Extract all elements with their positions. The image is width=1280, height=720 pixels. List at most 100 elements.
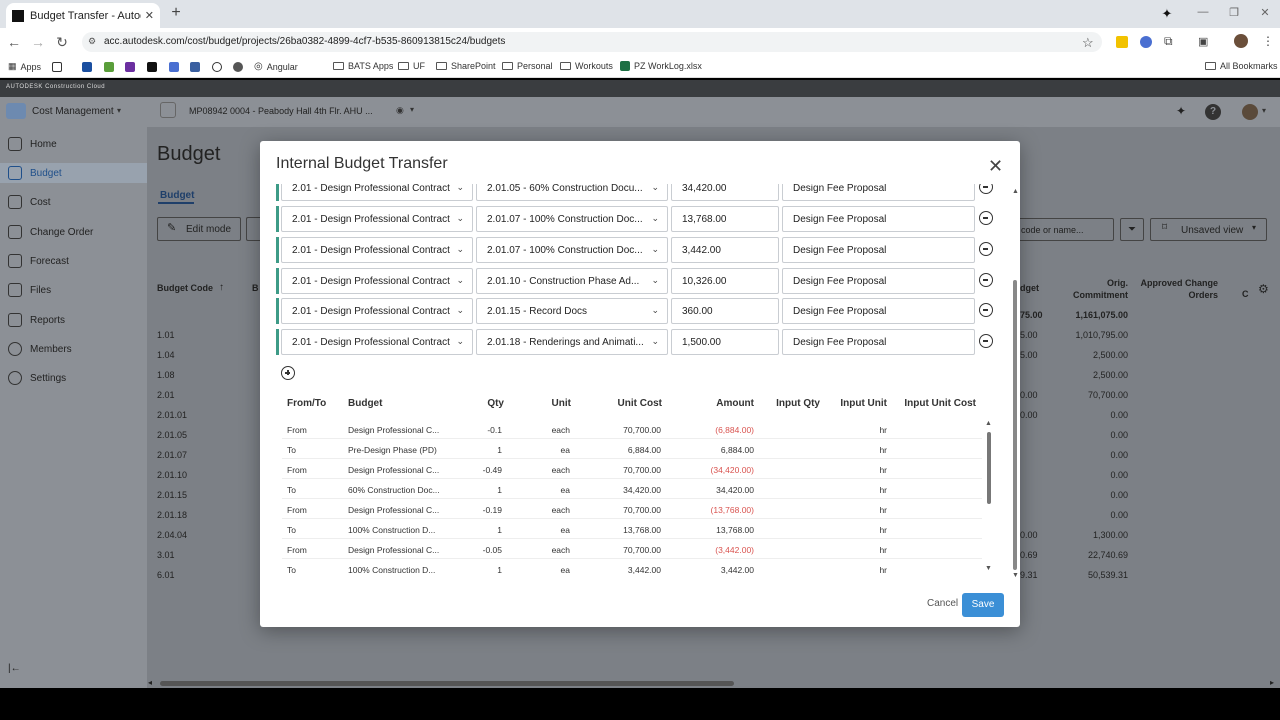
filter-icon[interactable]: ⏷ bbox=[1120, 218, 1144, 241]
scroll-down-icon[interactable]: ▼ bbox=[1012, 572, 1019, 579]
remove-row-icon[interactable] bbox=[979, 211, 993, 225]
amount-input[interactable]: 1,500.00 bbox=[671, 329, 779, 355]
ai-assistant-icon[interactable]: ✦ bbox=[1176, 104, 1186, 118]
toolbar-button[interactable] bbox=[246, 217, 260, 241]
help-icon[interactable]: ? bbox=[1205, 104, 1221, 120]
bookmark-bats-apps[interactable]: BATS Apps bbox=[333, 61, 393, 71]
to-budget-select[interactable]: 2.01.05 - 60% Construction Docu... ⌄ bbox=[476, 184, 668, 201]
close-icon[interactable]: ✕ bbox=[988, 156, 1003, 177]
scroll-up-icon[interactable]: ▲ bbox=[1012, 188, 1019, 195]
amount-input[interactable]: 13,768.00 bbox=[671, 206, 779, 232]
to-budget-select[interactable]: 2.01.10 - Construction Phase Ad... ⌄ bbox=[476, 268, 668, 294]
to-budget-select[interactable]: 2.01.18 - Renderings and Animati... ⌄ bbox=[476, 329, 668, 355]
close-window-icon[interactable]: ✕ bbox=[1256, 6, 1274, 20]
project-selector[interactable]: MP08942 0004 - Peabody Hall 4th Flr. AHU… bbox=[189, 106, 373, 116]
minimize-icon[interactable]: — bbox=[1194, 6, 1212, 20]
side-panel-icon[interactable]: ▣ bbox=[1198, 35, 1208, 48]
reload-icon[interactable]: ↻ bbox=[54, 34, 70, 51]
bookmark-personal[interactable]: Personal bbox=[502, 61, 553, 71]
maximize-icon[interactable]: ❐ bbox=[1225, 6, 1243, 20]
extensions-icon[interactable]: ⧉ bbox=[1164, 34, 1173, 49]
horizontal-scroll-thumb[interactable] bbox=[160, 681, 734, 686]
new-tab-button[interactable]: + bbox=[168, 5, 184, 21]
bookmark-icon[interactable] bbox=[190, 62, 200, 72]
tab-budget[interactable]: Budget bbox=[160, 190, 194, 201]
forward-icon[interactable]: → bbox=[30, 34, 46, 50]
remove-row-icon[interactable] bbox=[979, 273, 993, 287]
bookmark-icon[interactable] bbox=[82, 62, 92, 72]
to-budget-select[interactable]: 2.01.07 - 100% Construction Doc... ⌄ bbox=[476, 206, 668, 232]
sidebar-item-forecast[interactable]: Forecast bbox=[8, 254, 69, 268]
scroll-right-icon[interactable]: ▸ bbox=[1270, 678, 1274, 687]
remove-row-icon[interactable] bbox=[979, 334, 993, 348]
sidebar-item-members[interactable]: Members bbox=[8, 342, 72, 356]
sidebar-item-files[interactable]: Files bbox=[8, 283, 51, 297]
bookmark-icon[interactable] bbox=[147, 62, 157, 72]
chevron-down-icon[interactable]: ▾ bbox=[1262, 106, 1266, 115]
remove-row-icon[interactable] bbox=[979, 242, 993, 256]
table-scroll-thumb[interactable] bbox=[987, 432, 991, 504]
bookmark-apps[interactable]: ▦ Apps bbox=[8, 61, 41, 72]
bookmark-angular[interactable]: ◎ Angular bbox=[254, 61, 298, 72]
bookmark-icon[interactable] bbox=[233, 62, 243, 72]
view-selector[interactable]: Unsaved view bbox=[1150, 218, 1267, 241]
close-tab-icon[interactable]: ✕ bbox=[145, 9, 154, 22]
from-budget-select[interactable]: 2.01 - Design Professional Contract ⌄ bbox=[281, 329, 473, 355]
chevron-down-icon[interactable]: ▾ bbox=[117, 106, 121, 115]
bookmark-pz-worklog[interactable]: PZ WorkLog.xlsx bbox=[620, 61, 702, 71]
bookmark-icon[interactable] bbox=[212, 62, 222, 72]
extension-icon[interactable] bbox=[1140, 36, 1152, 48]
url-input[interactable]: acc.autodesk.com/cost/budget/projects/26… bbox=[82, 32, 1102, 52]
note-input[interactable]: Design Fee Proposal bbox=[782, 268, 975, 294]
scroll-up-icon[interactable]: ▲ bbox=[985, 420, 992, 427]
bookmark-sharepoint[interactable]: SharePoint bbox=[436, 61, 496, 71]
module-icon[interactable] bbox=[6, 103, 26, 119]
chevron-down-icon[interactable]: ▾ bbox=[410, 105, 414, 114]
remove-row-icon[interactable] bbox=[979, 303, 993, 317]
from-budget-select[interactable]: 2.01 - Design Professional Contract ⌄ bbox=[281, 298, 473, 324]
bookmark-workouts[interactable]: Workouts bbox=[560, 61, 613, 71]
extension-icon[interactable] bbox=[1116, 36, 1128, 48]
browser-tab[interactable]: Budget Transfer - Autodesk Co ✕ bbox=[6, 3, 160, 28]
modal-scroll-thumb[interactable] bbox=[1013, 280, 1017, 570]
from-budget-select[interactable]: 2.01 - Design Professional Contract ⌄ bbox=[281, 206, 473, 232]
all-bookmarks[interactable]: All Bookmarks bbox=[1205, 61, 1278, 71]
from-budget-select[interactable]: 2.01 - Design Professional Contract ⌄ bbox=[281, 184, 473, 201]
bookmark-icon[interactable] bbox=[52, 62, 62, 72]
sidebar-item-home[interactable]: Home bbox=[8, 137, 57, 151]
sort-ascending-icon[interactable]: ↑ bbox=[219, 282, 224, 293]
note-input[interactable]: Design Fee Proposal bbox=[782, 184, 975, 201]
sidebar-item-reports[interactable]: Reports bbox=[8, 313, 65, 327]
amount-input[interactable]: 360.00 bbox=[671, 298, 779, 324]
cancel-button[interactable]: Cancel bbox=[927, 598, 958, 609]
save-button[interactable]: Save bbox=[962, 593, 1004, 617]
scroll-left-icon[interactable]: ◂ bbox=[148, 678, 152, 687]
site-info-icon[interactable]: ⚙ bbox=[88, 36, 96, 47]
from-budget-select[interactable]: 2.01 - Design Professional Contract ⌄ bbox=[281, 237, 473, 263]
collapse-sidebar-icon[interactable]: |← bbox=[8, 663, 21, 674]
note-input[interactable]: Design Fee Proposal bbox=[782, 206, 975, 232]
to-budget-select[interactable]: 2.01.15 - Record Docs ⌄ bbox=[476, 298, 668, 324]
to-budget-select[interactable]: 2.01.07 - 100% Construction Doc... ⌄ bbox=[476, 237, 668, 263]
module-selector[interactable]: Cost Management bbox=[32, 106, 114, 117]
search-input[interactable]: code or name... bbox=[1010, 218, 1114, 241]
bookmark-icon[interactable] bbox=[169, 62, 179, 72]
browser-menu-icon[interactable]: ⋮ bbox=[1262, 34, 1274, 48]
amount-input[interactable]: 34,420.00 bbox=[671, 184, 779, 201]
sidebar-item-change-order[interactable]: Change Order bbox=[8, 225, 93, 239]
gemini-icon[interactable]: ✦ bbox=[1158, 6, 1176, 21]
project-info-icon[interactable]: ◉ bbox=[396, 105, 404, 116]
bookmark-uf[interactable]: UF bbox=[398, 61, 425, 71]
note-input[interactable]: Design Fee Proposal bbox=[782, 329, 975, 355]
gear-icon[interactable]: ⚙ bbox=[1258, 282, 1269, 296]
add-row-icon[interactable] bbox=[281, 366, 295, 380]
sidebar-item-cost[interactable]: Cost bbox=[8, 195, 51, 209]
note-input[interactable]: Design Fee Proposal bbox=[782, 237, 975, 263]
amount-input[interactable]: 3,442.00 bbox=[671, 237, 779, 263]
bookmark-icon[interactable] bbox=[104, 62, 114, 72]
sidebar-item-settings[interactable]: Settings bbox=[8, 371, 66, 385]
back-icon[interactable]: ← bbox=[6, 34, 22, 50]
profile-avatar[interactable] bbox=[1234, 34, 1248, 48]
sidebar-item-budget[interactable]: Budget bbox=[8, 166, 62, 180]
from-budget-select[interactable]: 2.01 - Design Professional Contract ⌄ bbox=[281, 268, 473, 294]
